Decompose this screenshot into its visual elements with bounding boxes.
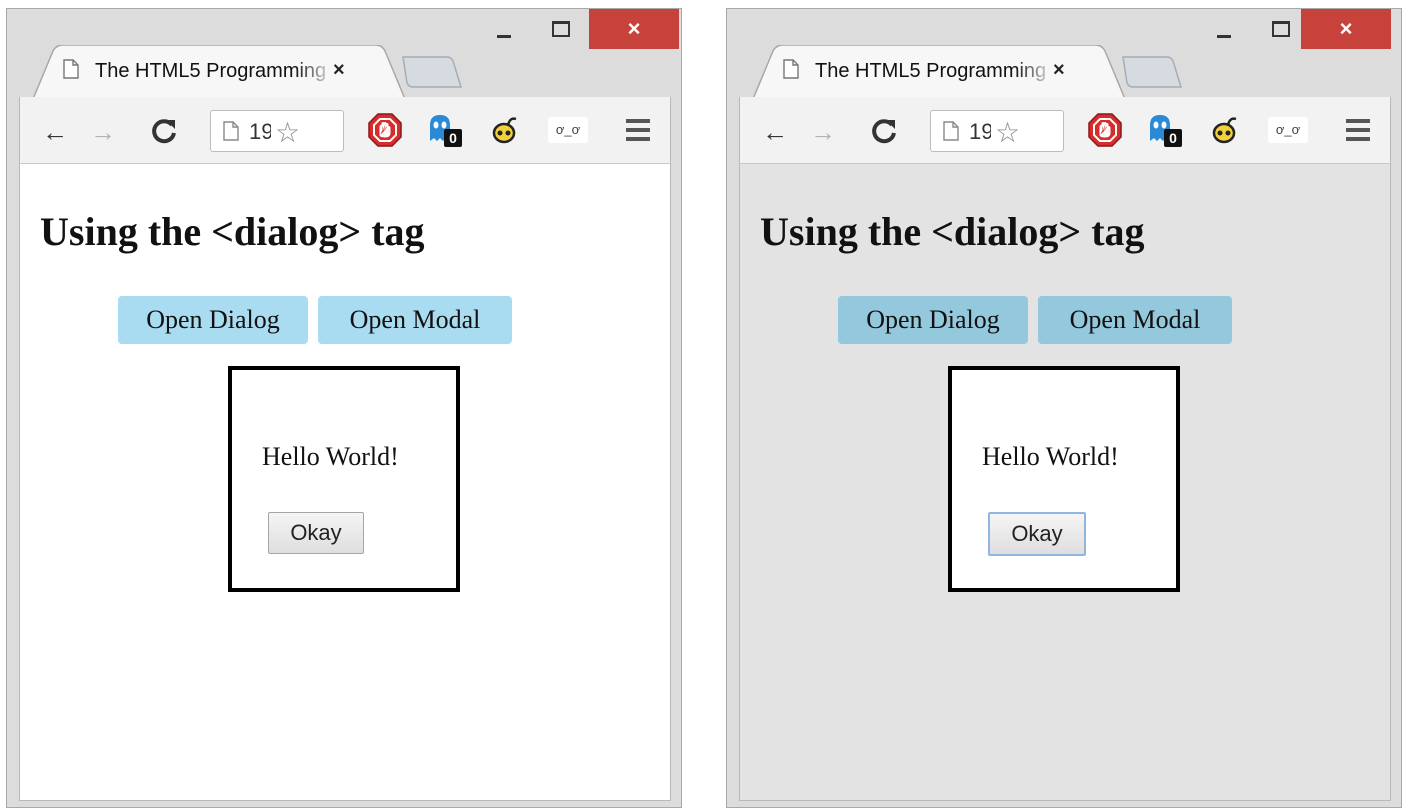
dialog-box: Hello World! Okay: [228, 366, 460, 592]
browser-window-right: × The HTML5 Programming × ← → 19 ☆ 0 ơ_ơ…: [726, 8, 1402, 808]
adblock-icon[interactable]: [1088, 113, 1122, 147]
page-icon: [783, 59, 799, 79]
close-window-button[interactable]: ×: [589, 9, 679, 49]
tab-title: The HTML5 Programming: [815, 60, 1055, 83]
eye-extension-icon[interactable]: [1210, 113, 1238, 147]
new-tab-button[interactable]: [399, 55, 463, 89]
back-icon[interactable]: ←: [42, 117, 68, 148]
address-bar[interactable]: 19 ☆: [210, 110, 344, 152]
ghostery-badge: 0: [1169, 130, 1177, 146]
open-dialog-button[interactable]: Open Dialog: [118, 296, 308, 344]
address-text: 19: [249, 119, 271, 144]
address-bar[interactable]: 19 ☆: [930, 110, 1064, 152]
open-modal-button[interactable]: Open Modal: [318, 296, 512, 344]
bookmark-star-icon[interactable]: ☆: [275, 116, 300, 149]
forward-icon[interactable]: →: [810, 117, 836, 148]
back-icon[interactable]: ←: [762, 117, 788, 148]
forward-icon[interactable]: →: [90, 117, 116, 148]
reload-icon[interactable]: [150, 117, 178, 145]
face-extension-icon[interactable]: ơ_ơ: [548, 117, 588, 143]
close-window-button[interactable]: ×: [1301, 9, 1391, 49]
okay-button[interactable]: Okay: [988, 512, 1086, 556]
maximize-icon: [1272, 21, 1290, 37]
page-info-icon: [223, 121, 239, 141]
menu-icon[interactable]: [1346, 119, 1370, 146]
page-content: Using the <dialog> tag Open Dialog Open …: [19, 163, 671, 801]
maximize-icon: [552, 21, 570, 37]
address-text: 19: [969, 119, 991, 144]
tab-close-button[interactable]: ×: [1053, 59, 1065, 82]
minimize-icon: [497, 34, 511, 38]
new-tab-button[interactable]: [1119, 55, 1183, 89]
page-icon: [63, 59, 79, 79]
browser-toolbar: ← → 19 ☆ 0 ơ_ơ: [19, 97, 671, 163]
minimize-button[interactable]: [481, 9, 527, 49]
minimize-button[interactable]: [1201, 9, 1247, 49]
page-heading: Using the <dialog> tag: [760, 209, 1145, 254]
bookmark-star-icon[interactable]: ☆: [995, 116, 1020, 149]
browser-toolbar: ← → 19 ☆ 0 ơ_ơ: [739, 97, 1391, 163]
modal-dialog-box: Hello World! Okay: [948, 366, 1180, 592]
page-info-icon: [943, 121, 959, 141]
minimize-icon: [1217, 34, 1231, 38]
ghostery-icon[interactable]: 0: [424, 113, 464, 147]
tab-title: The HTML5 Programming: [95, 60, 335, 83]
tab-close-button[interactable]: ×: [333, 59, 345, 82]
dialog-message: Hello World!: [262, 442, 399, 471]
page-heading: Using the <dialog> tag: [40, 209, 425, 254]
adblock-icon[interactable]: [368, 113, 402, 147]
maximize-button[interactable]: [535, 9, 587, 49]
dialog-message: Hello World!: [982, 442, 1119, 471]
okay-button[interactable]: Okay: [268, 512, 364, 554]
page-content: Using the <dialog> tag Open Dialog Open …: [739, 163, 1391, 801]
ghostery-icon[interactable]: 0: [1144, 113, 1184, 147]
open-modal-button[interactable]: Open Modal: [1038, 296, 1232, 344]
face-extension-icon[interactable]: ơ_ơ: [1268, 117, 1308, 143]
browser-window-left: × The HTML5 Programming × ← → 19 ☆ 0 ơ_ơ…: [6, 8, 682, 808]
maximize-button[interactable]: [1255, 9, 1307, 49]
reload-icon[interactable]: [870, 117, 898, 145]
ghostery-badge: 0: [449, 130, 457, 146]
menu-icon[interactable]: [626, 119, 650, 146]
open-dialog-button[interactable]: Open Dialog: [838, 296, 1028, 344]
eye-extension-icon[interactable]: [490, 113, 518, 147]
